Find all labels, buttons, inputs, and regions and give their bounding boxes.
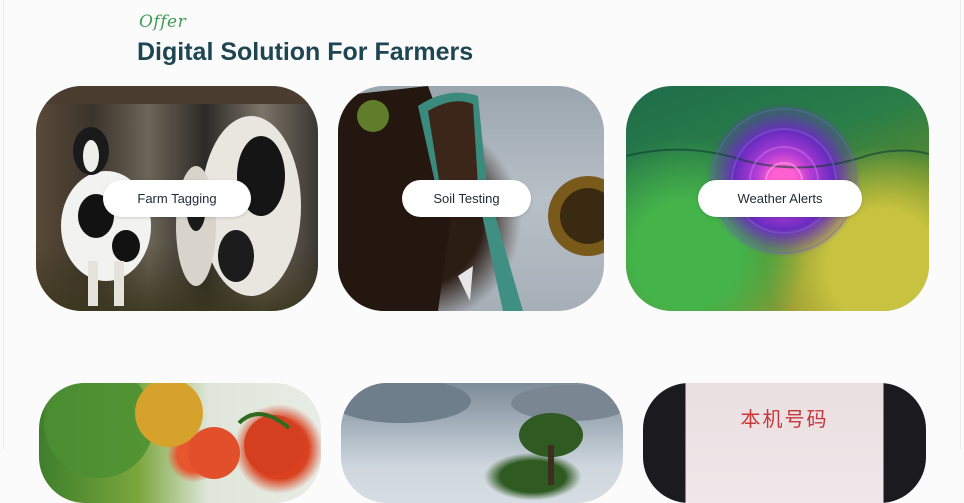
page-border-right [960,0,961,449]
farm-tagging-button[interactable]: Farm Tagging [103,180,251,217]
card-tomatoes[interactable] [39,383,321,503]
card-weather-alerts[interactable]: Weather Alerts [626,86,929,311]
tree-under-sky-image [341,383,623,503]
section-title: Digital Solution For Farmers [137,38,474,66]
card-sky-tree[interactable] [341,383,623,503]
tomatoes-image [39,383,321,503]
card-soil-testing[interactable]: Soil Testing [338,86,604,311]
tomato-vine-illustration [44,383,304,479]
weather-alerts-button[interactable]: Weather Alerts [698,180,862,217]
card-sign[interactable]: 本机号码 [643,383,926,503]
tree-illustration [341,383,623,485]
page-border-left [3,0,4,449]
soil-testing-button[interactable]: Soil Testing [402,180,531,217]
sign-text: 本机号码 [740,407,829,431]
card-farm-tagging[interactable]: Farm Tagging [36,86,318,311]
offer-label: Offer [139,12,187,32]
chinese-sign-image: 本机号码 [643,383,926,503]
